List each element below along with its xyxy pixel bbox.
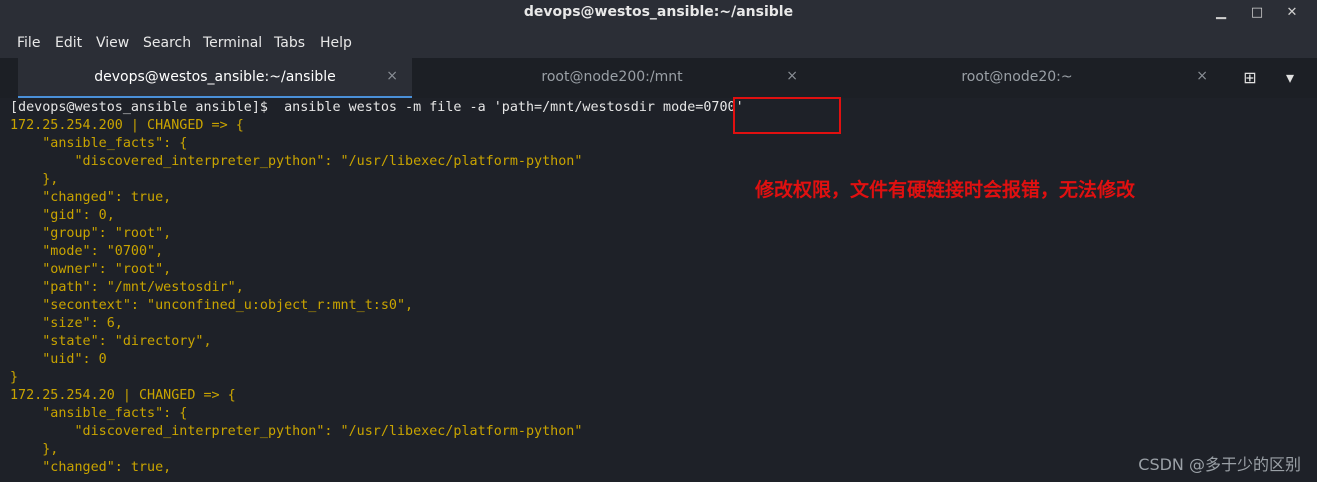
output-line: "discovered_interpreter_python": "/usr/l… (10, 154, 583, 169)
output-line: 172.25.254.20 | CHANGED => { (10, 388, 236, 403)
output-line: "gid": 0, (10, 208, 115, 223)
output-line: "changed": true, (10, 190, 172, 205)
output-line: "secontext": "unconfined_u:object_r:mnt_… (10, 298, 414, 313)
output-line: "ansible_facts": { (10, 406, 188, 421)
close-icon[interactable]: ✕ (1283, 4, 1301, 22)
output-line: 172.25.254.200 | CHANGED => { (10, 118, 244, 133)
output-line: "group": "root", (10, 226, 172, 241)
tab-devops[interactable]: devops@westos_ansible:~/ansible × (18, 58, 412, 98)
tab-label: root@node20:~ (961, 69, 1073, 85)
output-line: }, (10, 172, 59, 187)
menu-terminal[interactable]: Terminal (203, 35, 262, 51)
title-bar: devops@westos_ansible:~/ansible ▁ □ ✕ (0, 0, 1317, 28)
tab-label: root@node200:/mnt (541, 69, 683, 85)
annotation-text: 修改权限，文件有硬链接时会报错，无法修改 (755, 179, 1136, 201)
output-line: "discovered_interpreter_python": "/usr/l… (10, 424, 583, 439)
minimize-icon[interactable]: ▁ (1212, 4, 1230, 22)
output-line: "path": "/mnt/westosdir", (10, 280, 244, 295)
output-line: } (10, 370, 19, 385)
menu-file[interactable]: File (17, 35, 40, 51)
menu-bar: File Edit View Search Terminal Tabs Help (0, 28, 1317, 58)
menu-edit[interactable]: Edit (55, 35, 82, 51)
menu-tabs[interactable]: Tabs (274, 35, 305, 51)
output-line: "mode": "0700", (10, 244, 164, 259)
output-line: "ansible_facts": { (10, 136, 188, 151)
tab-close-icon[interactable]: × (386, 68, 398, 84)
watermark: CSDN @多于少的区别 (1138, 455, 1301, 474)
window-title: devops@westos_ansible:~/ansible (523, 4, 794, 20)
new-tab-icon[interactable]: ⊞ (1236, 66, 1264, 90)
output-line: "owner": "root", (10, 262, 172, 277)
tab-label: devops@westos_ansible:~/ansible (94, 69, 336, 85)
maximize-icon[interactable]: □ (1248, 4, 1266, 22)
menu-help[interactable]: Help (320, 35, 352, 51)
tab-bar: devops@westos_ansible:~/ansible × root@n… (0, 58, 1317, 98)
output-line: "uid": 0 (10, 352, 107, 367)
output-line: "size": 6, (10, 316, 123, 331)
tab-node20[interactable]: root@node20:~ × (812, 58, 1222, 98)
output-line: "changed": true, (10, 460, 172, 475)
command-line: [devops@westos_ansible ansible]$ ansible… (10, 100, 744, 115)
output-line: }, (10, 442, 59, 457)
menu-search[interactable]: Search (143, 35, 191, 51)
tab-menu-icon[interactable]: ▾ (1276, 66, 1304, 90)
highlight-box (733, 97, 841, 134)
output-line: "state": "directory", (10, 334, 212, 349)
tab-close-icon[interactable]: × (786, 68, 798, 84)
tab-node200[interactable]: root@node200:/mnt × (412, 58, 812, 98)
menu-view[interactable]: View (96, 35, 129, 51)
tab-close-icon[interactable]: × (1196, 68, 1208, 84)
